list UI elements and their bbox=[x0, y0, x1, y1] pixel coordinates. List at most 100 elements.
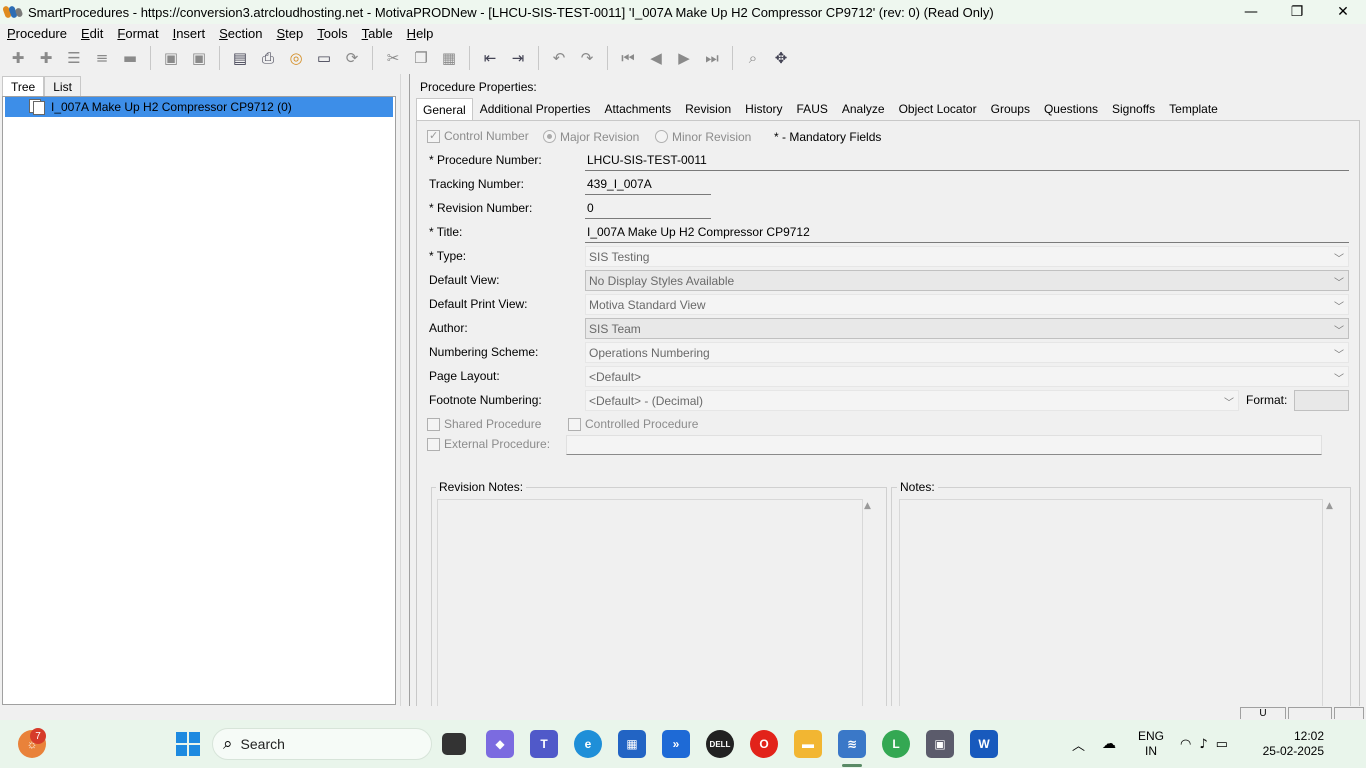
undo-icon[interactable]: ↶ bbox=[548, 47, 570, 69]
tab-faus[interactable]: FAUS bbox=[790, 98, 835, 120]
menu-table[interactable]: Table bbox=[355, 26, 400, 41]
tab-history[interactable]: History bbox=[738, 98, 789, 120]
scroll-up-icon[interactable]: ▲ bbox=[864, 501, 871, 511]
menu-format[interactable]: Format bbox=[110, 26, 165, 41]
tab-attachments[interactable]: Attachments bbox=[597, 98, 678, 120]
system-clock[interactable]: 12:02 25-02-2025 bbox=[1263, 729, 1324, 759]
last-icon[interactable]: ⏭ bbox=[701, 47, 723, 69]
start-icon[interactable] bbox=[174, 730, 202, 758]
control-number-checkbox[interactable] bbox=[427, 129, 440, 143]
first-icon[interactable]: ⏮ bbox=[617, 47, 639, 69]
shared-procedure-checkbox[interactable] bbox=[427, 418, 440, 431]
battery-icon[interactable]: ▭ bbox=[1216, 737, 1228, 752]
default-print-view-dropdown[interactable]: Motiva Standard View ﹀ bbox=[585, 294, 1349, 315]
tab-signoffs[interactable]: Signoffs bbox=[1105, 98, 1162, 120]
refresh-icon[interactable]: ◎ bbox=[285, 47, 307, 69]
volume-icon[interactable]: ♪ bbox=[1199, 737, 1207, 752]
word-icon[interactable]: W bbox=[970, 730, 998, 758]
tab-questions[interactable]: Questions bbox=[1037, 98, 1105, 120]
onedrive-sync-icon[interactable]: ☁ bbox=[1102, 720, 1116, 768]
tab-general[interactable]: General bbox=[416, 98, 473, 120]
tracking-number-field[interactable]: 439_I_007A bbox=[585, 175, 711, 195]
copy-icon[interactable]: ❐ bbox=[410, 47, 432, 69]
default-view-dropdown[interactable]: No Display Styles Available ﹀ bbox=[585, 270, 1349, 291]
procedure-number-label: * Procedure Number: bbox=[429, 153, 542, 167]
menu-tools[interactable]: Tools bbox=[310, 26, 354, 41]
tab-analyze[interactable]: Analyze bbox=[835, 98, 892, 120]
move-icon[interactable]: ✥ bbox=[770, 47, 792, 69]
insert-substep-icon[interactable]: ≡ bbox=[91, 47, 113, 69]
close-button[interactable]: ✕ bbox=[1320, 0, 1366, 24]
chrome-icon[interactable]: L bbox=[882, 730, 910, 758]
major-revision-radio[interactable] bbox=[543, 130, 556, 143]
sync-icon[interactable]: ⟳ bbox=[341, 47, 363, 69]
remote-desktop-icon[interactable]: ▣ bbox=[926, 730, 954, 758]
panel-splitter[interactable] bbox=[400, 74, 410, 706]
tree-item-procedure[interactable]: I_007A Make Up H2 Compressor CP9712 (0) bbox=[5, 97, 393, 117]
external-procedure-field[interactable] bbox=[566, 435, 1322, 455]
minimize-button[interactable]: — bbox=[1228, 0, 1274, 24]
view-icon[interactable]: ▭ bbox=[313, 47, 335, 69]
save-icon[interactable]: ▣ bbox=[160, 47, 182, 69]
opera-icon[interactable]: O bbox=[750, 730, 778, 758]
footnote-numbering-dropdown[interactable]: <Default> - (Decimal) ﹀ bbox=[585, 390, 1239, 411]
power-automate-icon[interactable]: » bbox=[662, 730, 690, 758]
previous-icon[interactable]: ◀ bbox=[645, 47, 667, 69]
type-dropdown[interactable]: SIS Testing ﹀ bbox=[585, 246, 1349, 267]
copilot-icon[interactable]: ◆ bbox=[486, 730, 514, 758]
outdent-icon[interactable]: ⇤ bbox=[479, 47, 501, 69]
page-layout-dropdown[interactable]: <Default> ﹀ bbox=[585, 366, 1349, 387]
print-icon[interactable]: ⎙ bbox=[257, 47, 279, 69]
smartprocedures-taskbar-icon[interactable]: ≋ bbox=[838, 730, 866, 758]
title-field[interactable]: I_007A Make Up H2 Compressor CP9712 bbox=[585, 223, 1349, 243]
menu-procedure[interactable]: Procedure bbox=[0, 26, 74, 41]
redo-icon[interactable]: ↷ bbox=[576, 47, 598, 69]
insert-step-icon[interactable]: ☰ bbox=[63, 47, 85, 69]
add-subsection-icon[interactable]: ✚ bbox=[35, 47, 57, 69]
task-view-icon[interactable] bbox=[442, 733, 466, 755]
add-section-icon[interactable]: ✚ bbox=[7, 47, 29, 69]
edge-icon[interactable]: e bbox=[574, 730, 602, 758]
menu-insert[interactable]: Insert bbox=[166, 26, 213, 41]
author-dropdown[interactable]: SIS Team ﹀ bbox=[585, 318, 1349, 339]
tab-object-locator[interactable]: Object Locator bbox=[892, 98, 984, 120]
menu-step[interactable]: Step bbox=[269, 26, 310, 41]
external-procedure-checkbox[interactable] bbox=[427, 438, 440, 451]
tab-groups[interactable]: Groups bbox=[984, 98, 1037, 120]
menu-edit[interactable]: Edit bbox=[74, 26, 110, 41]
revision-number-field[interactable]: 0 bbox=[585, 199, 711, 219]
restore-button[interactable]: ❐ bbox=[1274, 0, 1320, 24]
language-indicator[interactable]: ENG IN bbox=[1138, 729, 1164, 759]
teams-icon[interactable]: T bbox=[530, 730, 558, 758]
menu-section[interactable]: Section bbox=[212, 26, 269, 41]
find-icon[interactable]: ⌕ bbox=[742, 47, 764, 69]
remove-icon[interactable]: ▬ bbox=[119, 47, 141, 69]
store-icon[interactable]: ▦ bbox=[618, 730, 646, 758]
numbering-scheme-dropdown[interactable]: Operations Numbering ﹀ bbox=[585, 342, 1349, 363]
paste-icon[interactable]: ▦ bbox=[438, 47, 460, 69]
tab-tree[interactable]: Tree bbox=[2, 76, 45, 97]
cut-icon[interactable]: ✂ bbox=[382, 47, 404, 69]
tab-revision[interactable]: Revision bbox=[678, 98, 738, 120]
notes-textarea[interactable] bbox=[899, 499, 1323, 707]
file-explorer-icon[interactable]: ▬ bbox=[794, 730, 822, 758]
clock-date: 25-02-2025 bbox=[1262, 744, 1324, 758]
menu-help[interactable]: Help bbox=[400, 26, 441, 41]
publish-icon[interactable]: ▤ bbox=[229, 47, 251, 69]
revision-notes-textarea[interactable] bbox=[437, 499, 863, 707]
show-hidden-icons[interactable]: ︿ bbox=[1072, 720, 1085, 768]
format-field[interactable] bbox=[1294, 390, 1349, 411]
next-icon[interactable]: ▶ bbox=[673, 47, 695, 69]
scroll-up-icon[interactable]: ▲ bbox=[1326, 501, 1333, 511]
tab-additional-properties[interactable]: Additional Properties bbox=[473, 98, 598, 120]
wifi-icon[interactable]: ◠ bbox=[1180, 737, 1191, 752]
tab-template[interactable]: Template bbox=[1162, 98, 1225, 120]
controlled-procedure-checkbox[interactable] bbox=[568, 418, 581, 431]
procedure-number-field[interactable]: LHCU-SIS-TEST-0011 bbox=[585, 151, 1349, 171]
minor-revision-radio[interactable] bbox=[655, 130, 668, 143]
taskbar-search-box[interactable]: ⌕ Search bbox=[212, 728, 432, 760]
save-all-icon[interactable]: ▣ bbox=[188, 47, 210, 69]
dell-icon[interactable]: DELL bbox=[706, 730, 734, 758]
indent-icon[interactable]: ⇥ bbox=[507, 47, 529, 69]
tab-list[interactable]: List bbox=[44, 76, 81, 96]
